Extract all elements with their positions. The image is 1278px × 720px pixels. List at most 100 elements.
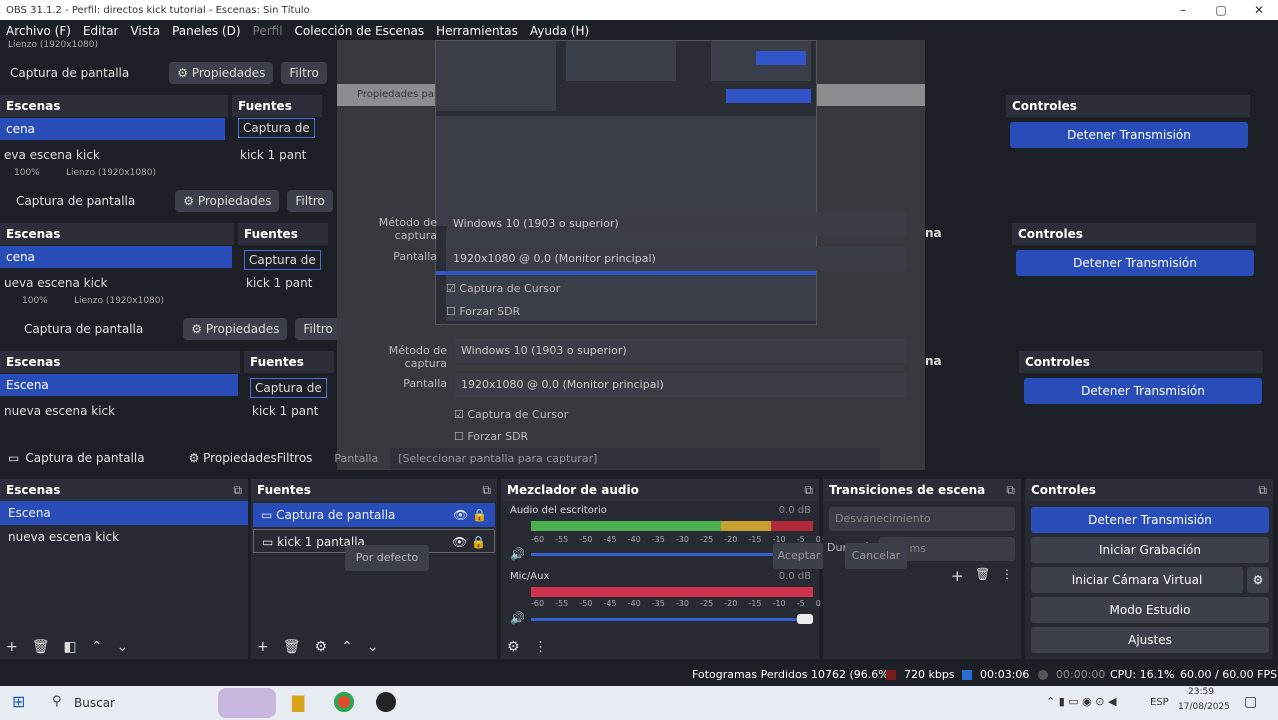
scene-item[interactable]: Escena [0,374,238,396]
filters-label: Filtro [289,66,319,80]
add-icon[interactable]: + [951,567,964,585]
start-virtual-camera-button[interactable]: Iniciar Cámara Virtual [1031,567,1243,593]
volume-slider[interactable] [531,618,813,621]
eye-icon[interactable]: 👁 🔒 [453,503,487,527]
filters-button[interactable]: Filtro [287,190,333,212]
menu-profile[interactable]: Perfil [253,24,283,38]
gear-icon[interactable]: ⚙ [1247,567,1269,593]
force-sdr-checkbox[interactable]: ☐ Forzar SDR [446,305,520,318]
source-item[interactable]: Captura de [238,118,315,138]
force-sdr-checkbox[interactable]: ☐ Forzar SDR [454,430,528,443]
menu-help[interactable]: Ayuda (H) [530,24,589,38]
scene-item[interactable]: nueva escena kick [0,525,248,549]
search-icon[interactable]: ⚲ [52,694,62,709]
taskbar-search[interactable]: Buscar [74,696,115,710]
capture-method-select[interactable]: Windows 10 (1903 o superior) [447,212,907,236]
minimize-icon[interactable]: – [1164,0,1202,20]
obs-icon[interactable] [376,692,396,712]
properties-button[interactable]: ⚙ Propiedades [175,190,280,212]
speaker-icon[interactable]: 🔊 [510,611,525,625]
menu-file[interactable]: Archivo (F) [6,24,71,38]
capture-cursor-checkbox[interactable]: ☑ Captura de Cursor [446,282,560,295]
menu-view[interactable]: Vista [130,24,160,38]
sources-title: Fuentes [257,483,311,497]
cancel-button[interactable]: Cancelar [845,543,907,569]
undock-icon[interactable]: ⧉ [233,479,242,501]
scene-item[interactable]: ueva escena kick [4,276,107,290]
screen-select[interactable]: [Seleccionar pantalla para capturar] [390,447,881,469]
chevron-up-icon[interactable]: ⌃ [91,639,103,655]
capture-method-select[interactable]: Windows 10 (1903 o superior) [455,339,907,363]
studio-mode-button[interactable]: Modo Estudio [1031,597,1269,623]
stop-stream-button[interactable]: Detener Transmisión [1024,378,1262,404]
ok-button[interactable]: Aceptar [773,543,825,569]
language-indicator[interactable]: ESP [1150,697,1169,708]
notification-icon[interactable]: ▢ [1244,694,1257,710]
undock-icon[interactable]: ⧉ [482,479,491,501]
chrome-icon[interactable] [334,692,354,712]
undock-icon[interactable]: ⧉ [1006,479,1015,501]
clock-date[interactable]: 17/08/2025 [1178,702,1230,712]
menu-edit[interactable]: Editar [83,24,119,38]
stop-stream-button[interactable]: Detener Transmisión [1031,507,1269,533]
source-item[interactable]: ▭ Captura de pantalla 👁 🔒 [253,503,495,527]
trash-icon[interactable]: 🗑 [975,567,990,581]
filters-button[interactable]: Filtro [295,318,341,340]
menu-docks[interactable]: Paneles (D) [172,24,240,38]
mixer-settings-icon[interactable]: ⚙ [507,639,520,655]
clock-time[interactable]: 23:59 [1188,687,1214,697]
source-item[interactable]: kick 1 pant [252,404,318,418]
chevron-down-icon[interactable]: ⌄ [116,639,128,655]
source-item[interactable]: Captura de [244,250,321,270]
start-recording-button[interactable]: Iniciar Grabación [1031,537,1269,563]
filters-button[interactable]: Filtro [281,62,327,84]
screen-select[interactable]: 1920x1080 @ 0,0 (Monitor principal) [447,247,907,271]
tray-chevron-icon[interactable]: ⌃ ▮ ▭ ◉ ⊙ ◀ [1046,695,1116,708]
gear-icon[interactable]: ⚙ [315,639,328,655]
transition-select[interactable]: Desvanecimiento [829,507,1015,531]
stop-stream-button[interactable]: Detener Transmisión [1016,250,1254,276]
windows-start-icon[interactable]: ⊞ [12,692,25,711]
trash-icon[interactable]: 🗑 [283,639,301,655]
source-item[interactable]: kick 1 pant [246,276,312,290]
defaults-button[interactable]: Por defecto [345,545,429,571]
undock-icon[interactable]: ⧉ [1258,479,1267,501]
more-options-icon[interactable]: ⋮ [1001,567,1013,581]
screen-select[interactable]: 1920x1080 @ 0,0 (Monitor principal) [455,373,907,397]
scene-item[interactable]: eva escena kick [4,148,100,162]
scene-item[interactable]: cena [0,118,225,140]
menu-tools[interactable]: Herramientas [436,24,518,38]
source-item[interactable]: Captura de [250,378,327,398]
eye-icon[interactable]: 👁 🔒 [452,530,486,554]
speaker-icon[interactable]: 🔊 [510,547,525,561]
volume-slider[interactable] [531,553,813,556]
scene-item[interactable]: nueva escena kick [4,404,115,418]
properties-button[interactable]: ⚙ Propiedades [169,62,274,84]
filters-button[interactable]: Filtros [277,451,313,465]
dropped-frames: Fotogramas Perdidos 10762 (96.6%) [692,668,893,681]
add-icon[interactable]: + [6,639,18,655]
undock-icon[interactable]: ⧉ [804,479,813,501]
settings-button[interactable]: Ajustes [1031,627,1269,653]
properties-button[interactable]: ⚙ Propiedades [189,451,277,465]
capture-cursor-checkbox[interactable]: ☑ Captura de Cursor [454,408,568,421]
filter-icon[interactable]: ◧ [64,639,77,655]
properties-button[interactable]: ⚙ Propiedades [183,318,288,340]
scene-item[interactable]: cena [0,246,232,268]
folder-icon[interactable]: ▇ [292,693,304,712]
trash-icon[interactable]: 🗑 [32,639,50,655]
source-item[interactable]: kick 1 pant [240,148,306,162]
add-icon[interactable]: + [257,639,269,655]
close-icon[interactable]: ✕ [1240,0,1278,20]
more-options-icon[interactable]: ⋮ [534,639,548,655]
chevron-up-icon[interactable]: ⌃ [341,639,353,655]
stream-time: 00:03:06 [980,668,1030,681]
volume-handle[interactable] [797,614,813,624]
sources-toolbar: + 🗑 ⚙ ⌃ ⌄ [257,639,379,655]
maximize-icon[interactable]: ▢ [1202,0,1240,20]
chevron-down-icon[interactable]: ⌄ [367,639,379,655]
stop-stream-button[interactable]: Detener Transmisión [1010,122,1248,148]
scene-item[interactable]: Escena [0,501,248,525]
menu-scene-collection[interactable]: Colección de Escenas [295,24,425,38]
properties-label: Propiedades [205,322,280,336]
